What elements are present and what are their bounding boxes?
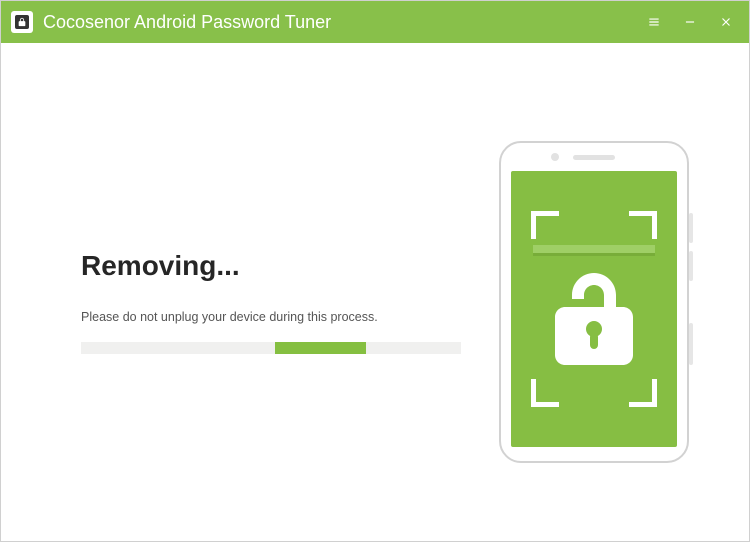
menu-icon — [647, 15, 661, 29]
minimize-icon — [683, 15, 697, 29]
progress-bar — [81, 342, 461, 354]
minimize-button[interactable] — [681, 13, 699, 31]
phone-illustration — [499, 141, 689, 463]
content-area: Removing... Please do not unplug your de… — [1, 43, 749, 541]
phone-volume-up — [689, 213, 693, 243]
frame-corner-icon — [531, 379, 559, 407]
frame-corner-icon — [531, 211, 559, 239]
app-logo — [11, 11, 33, 33]
phone-power — [689, 323, 693, 365]
menu-button[interactable] — [645, 13, 663, 31]
close-button[interactable] — [717, 13, 735, 31]
unlock-icon — [555, 273, 633, 365]
app-title: Cocosenor Android Password Tuner — [43, 12, 645, 33]
titlebar: Cocosenor Android Password Tuner — [1, 1, 749, 43]
phone-volume-down — [689, 251, 693, 281]
phone-screen — [511, 171, 677, 447]
phone-camera — [551, 153, 559, 161]
progress-fill — [275, 342, 366, 354]
scan-line-icon — [533, 245, 655, 253]
close-icon — [719, 15, 733, 29]
lock-icon — [17, 17, 27, 27]
frame-corner-icon — [629, 211, 657, 239]
status-panel: Removing... Please do not unplug your de… — [41, 250, 461, 354]
title-controls — [645, 13, 735, 31]
phone-earpiece — [573, 155, 615, 160]
illustration-panel — [479, 141, 709, 463]
status-subtext: Please do not unplug your device during … — [81, 310, 461, 324]
frame-corner-icon — [629, 379, 657, 407]
status-heading: Removing... — [81, 250, 461, 282]
